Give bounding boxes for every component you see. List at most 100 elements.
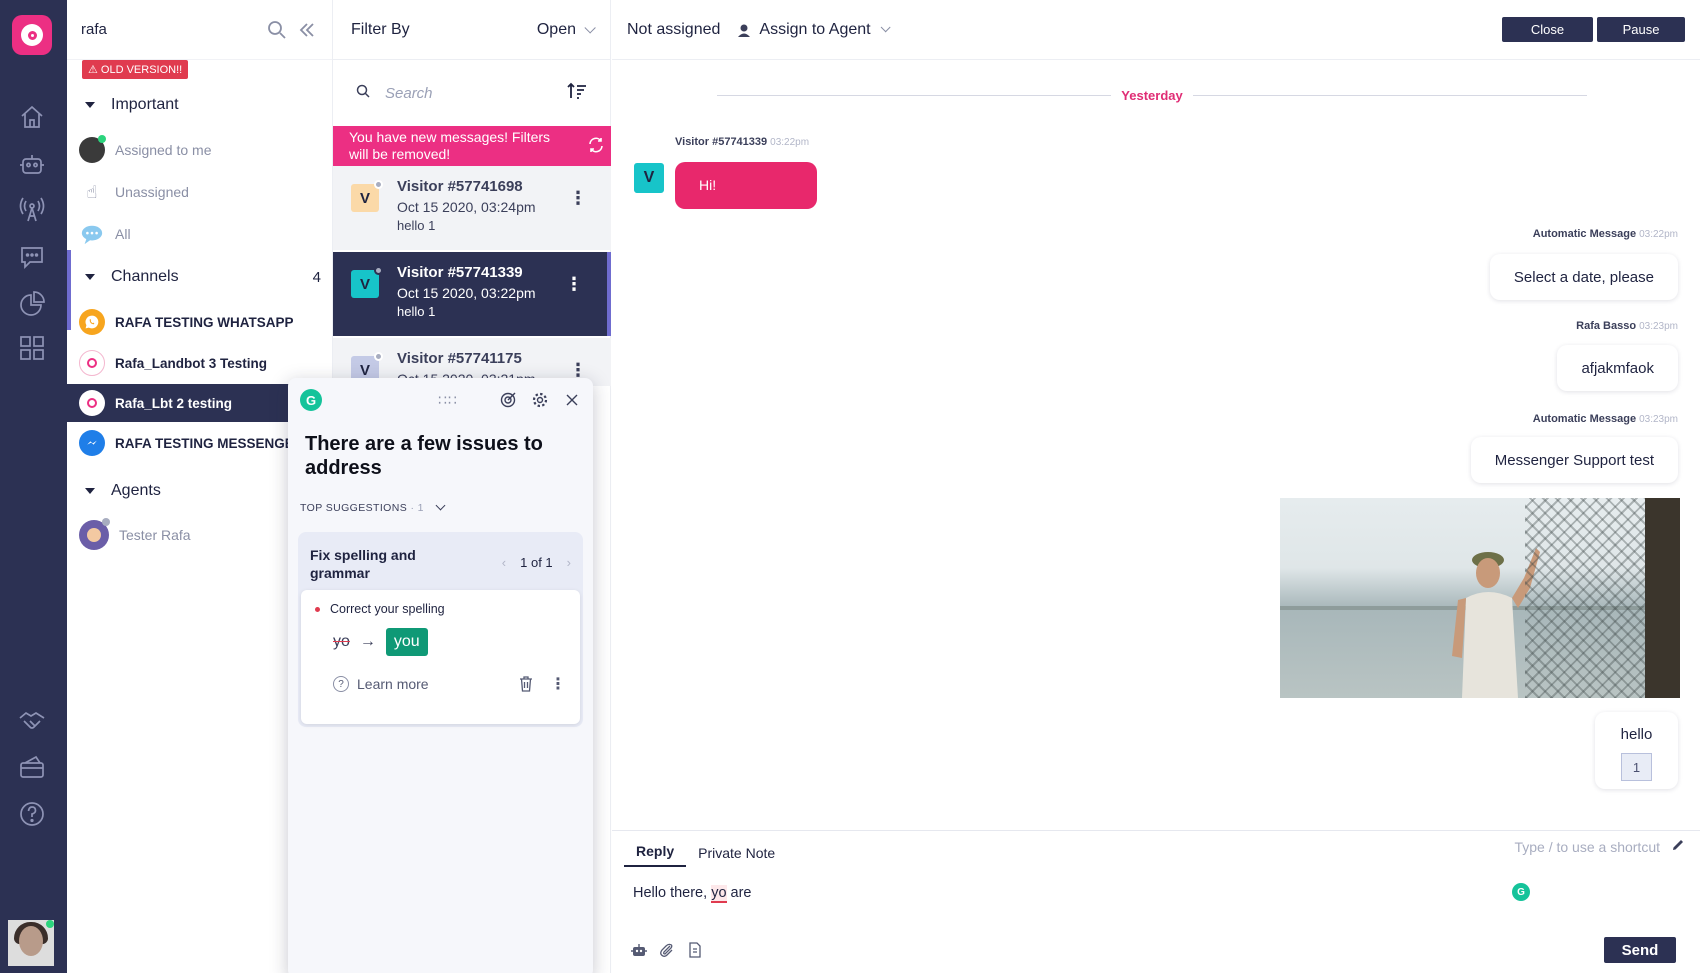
chevron-down-icon — [880, 22, 891, 33]
attachment-icon[interactable] — [658, 941, 676, 959]
landbot-icon — [79, 390, 105, 416]
chevron-down-icon[interactable] — [584, 21, 596, 34]
pointing-hand-icon: ☝ — [86, 181, 98, 202]
sidebar-item-all[interactable]: All — [67, 215, 333, 253]
message-bubble-outgoing: hello 1 — [1595, 712, 1678, 789]
suggestion-card-title: Fix spelling and grammar — [310, 547, 416, 581]
sidebar-item-assigned-to-me[interactable]: Assigned to me — [67, 131, 333, 169]
chat-panel: Not assigned Assign to Agent Close Pause… — [612, 0, 1700, 973]
draft-text: are — [726, 885, 752, 901]
conversation-search-input[interactable]: Search — [385, 85, 566, 102]
channels-count: 4 — [312, 268, 321, 286]
grammarly-logo-icon: G — [300, 389, 322, 411]
document-icon[interactable] — [686, 941, 704, 959]
bot-icon[interactable] — [18, 150, 46, 178]
messenger-icon — [79, 430, 105, 456]
sidebar-item-unassigned[interactable]: ☝ Unassigned — [67, 173, 333, 211]
suggestion-pager[interactable]: ‹ 1 of 1 › — [502, 554, 571, 582]
sidebar-search-value[interactable]: rafa — [81, 21, 258, 38]
suggestion-issue: Correct your spelling — [315, 602, 566, 616]
close-button[interactable]: Close — [1502, 17, 1593, 42]
refresh-icon[interactable] — [587, 136, 605, 154]
assignment-status: Not assigned — [627, 20, 721, 38]
chevron-down-icon — [435, 500, 446, 511]
agent-avatar — [79, 135, 106, 163]
suggestion-detail: Correct your spelling yo → you ? Learn m… — [301, 590, 580, 724]
filter-select[interactable]: Open — [537, 21, 576, 39]
conversation-preview: hello 1 — [397, 304, 436, 319]
accept-suggestion-button[interactable]: you — [385, 628, 428, 656]
message-bubble-incoming: Hi! — [675, 162, 817, 209]
section-important-label: Important — [111, 96, 179, 113]
conversation-item[interactable]: V Visitor #57741698 Oct 15 2020, 03:24pm… — [333, 166, 611, 250]
visitor-avatar: V — [351, 180, 383, 212]
apps-grid-icon[interactable] — [18, 334, 46, 362]
app-logo-icon[interactable] — [12, 15, 52, 55]
sidebar-item-label: Assigned to me — [115, 142, 212, 158]
message-bubble-outgoing: Messenger Support test — [1470, 437, 1678, 483]
message-text: hello — [1620, 726, 1653, 743]
caret-down-icon — [85, 102, 95, 108]
message-image[interactable] — [1280, 498, 1680, 698]
sidebar-item-label: RAFA TESTING MESSENGER — [115, 435, 304, 451]
billing-icon[interactable] — [18, 753, 46, 781]
agent-avatar — [79, 518, 110, 550]
learn-more-link[interactable]: Learn more — [357, 676, 429, 692]
visitor-avatar: V — [351, 266, 383, 298]
top-suggestions-toggle[interactable]: TOP SUGGESTIONS · 1 — [288, 480, 593, 514]
quick-reply-button[interactable]: 1 — [1621, 753, 1652, 781]
collapse-icon[interactable] — [296, 19, 318, 41]
section-channels-label: Channels — [111, 268, 179, 285]
reply-input[interactable]: Hello there, yo are — [633, 885, 752, 903]
sidebar-item-label: All — [115, 226, 131, 242]
section-channels[interactable]: Channels 4 — [81, 268, 321, 286]
trash-icon[interactable] — [518, 675, 534, 693]
sidebar-item-channel-landbot-3[interactable]: Rafa_Landbot 3 Testing — [67, 344, 333, 382]
sidebar-item-label: Rafa_Lbt 2 testing — [115, 395, 233, 411]
bot-icon[interactable] — [630, 941, 648, 959]
sidebar-item-channel-whatsapp[interactable]: RAFA TESTING WHATSAPP — [67, 303, 333, 341]
pause-button[interactable]: Pause — [1597, 17, 1685, 42]
search-icon[interactable] — [266, 19, 288, 41]
analytics-icon[interactable] — [18, 290, 46, 318]
user-avatar[interactable] — [8, 920, 54, 966]
help-icon[interactable] — [18, 800, 46, 828]
misspelled-word[interactable]: yo — [711, 885, 727, 903]
tab-reply[interactable]: Reply — [624, 843, 687, 867]
drag-handle-icon[interactable]: ∷∷ — [438, 392, 458, 409]
new-messages-notice[interactable]: You have new messages! Filters will be r… — [333, 126, 611, 166]
more-options-icon[interactable]: ⋮ — [550, 674, 566, 694]
date-divider: Yesterday — [717, 88, 1587, 103]
message-bubble-outgoing: afjakmfaok — [1557, 345, 1678, 391]
grammarly-status-icon[interactable]: G — [1512, 883, 1530, 901]
kebab-menu-icon[interactable]: ⋮ — [565, 274, 583, 295]
conversation-item-active[interactable]: V Visitor #57741339 Oct 15 2020, 03:22pm… — [333, 252, 611, 336]
chat-icon[interactable] — [18, 243, 46, 271]
draft-text: Hello there, — [633, 885, 712, 901]
section-agents[interactable]: Agents — [81, 482, 321, 500]
send-button[interactable]: Send — [1604, 937, 1676, 963]
sidebar-search: rafa — [67, 0, 332, 60]
handshake-icon[interactable] — [18, 707, 46, 735]
agent-icon — [736, 22, 752, 38]
home-icon[interactable] — [18, 103, 46, 131]
visitor-avatar: V — [634, 163, 664, 193]
conversation-search[interactable]: Search — [333, 60, 610, 126]
section-agents-label: Agents — [111, 482, 161, 499]
arrow-right-icon: → — [359, 633, 376, 650]
settings-gear-icon[interactable] — [531, 391, 549, 409]
top-suggestions-label: TOP SUGGESTIONS — [300, 502, 408, 514]
close-icon[interactable] — [563, 391, 581, 409]
question-circle-icon: ? — [333, 676, 349, 692]
message-meta: Rafa Basso 03:23pm — [1576, 320, 1678, 332]
pencil-icon[interactable] — [1670, 837, 1686, 853]
sort-icon[interactable] — [566, 80, 588, 106]
search-icon — [355, 83, 371, 103]
section-important[interactable]: Important — [81, 96, 321, 114]
kebab-menu-icon[interactable]: ⋮ — [569, 188, 587, 209]
goals-icon[interactable] — [499, 391, 517, 409]
landbot-icon — [79, 350, 105, 376]
assign-agent-dropdown[interactable]: Assign to Agent — [736, 21, 891, 39]
tab-private-note[interactable]: Private Note — [686, 845, 787, 867]
broadcast-icon[interactable] — [18, 196, 46, 224]
